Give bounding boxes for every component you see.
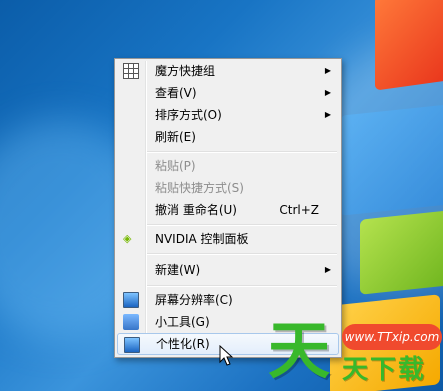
windows-logo-green-pane xyxy=(360,210,443,295)
menu-separator xyxy=(147,253,337,255)
menu-item-nvidia-control-panel[interactable]: ◈ NVIDIA 控制面板 xyxy=(117,228,339,250)
menu-item-label: 刷新(E) xyxy=(155,130,196,144)
submenu-arrow-icon: ▶ xyxy=(324,66,331,75)
menu-item-paste-shortcut: 粘贴快捷方式(S) xyxy=(117,177,339,199)
windows-logo-red-pane xyxy=(375,0,443,91)
menu-item-mofang-shortcuts[interactable]: 魔方快捷组 ▶ xyxy=(117,60,339,82)
menu-item-label: 个性化(R) xyxy=(156,337,210,351)
menu-item-view[interactable]: 查看(V) ▶ xyxy=(117,82,339,104)
submenu-arrow-icon: ▶ xyxy=(324,88,331,97)
menu-separator xyxy=(147,224,337,226)
watermark-url: www.TTxip.com xyxy=(342,324,442,350)
nvidia-icon: ◈ xyxy=(123,232,132,245)
menu-item-label: 魔方快捷组 xyxy=(155,64,216,78)
watermark-logo: 天 xyxy=(268,314,331,387)
menu-separator xyxy=(147,151,337,153)
menu-item-undo-rename[interactable]: 撤消 重命名(U) Ctrl+Z xyxy=(117,199,339,221)
menu-item-label: 粘贴(P) xyxy=(155,159,196,173)
menu-item-refresh[interactable]: 刷新(E) xyxy=(117,126,339,148)
menu-item-label: 查看(V) xyxy=(155,86,197,100)
menu-item-label: 小工具(G) xyxy=(155,315,210,329)
menu-item-label: 屏幕分辨率(C) xyxy=(155,293,233,307)
watermark-site-name: 天下载 xyxy=(342,355,427,385)
personalize-icon xyxy=(124,337,140,353)
menu-item-label: NVIDIA 控制面板 xyxy=(155,232,249,246)
desktop-context-menu: 魔方快捷组 ▶ 查看(V) ▶ 排序方式(O) ▶ 刷新(E) 粘贴(P) 粘贴… xyxy=(114,58,342,358)
monitor-icon xyxy=(123,292,139,308)
menu-item-label: 新建(W) xyxy=(155,263,201,277)
menu-separator xyxy=(147,285,337,287)
menu-item-shortcut: Ctrl+Z xyxy=(279,203,319,217)
mouse-pointer-icon xyxy=(219,345,234,366)
menu-item-sort-by[interactable]: 排序方式(O) ▶ xyxy=(117,104,339,126)
menu-item-new[interactable]: 新建(W) ▶ xyxy=(117,259,339,281)
menu-item-label: 粘贴快捷方式(S) xyxy=(155,181,244,195)
grid-icon xyxy=(123,63,139,79)
gadget-icon xyxy=(123,314,139,330)
menu-item-paste: 粘贴(P) xyxy=(117,155,339,177)
menu-item-label: 排序方式(O) xyxy=(155,108,222,122)
menu-item-label: 撤消 重命名(U) xyxy=(155,203,237,217)
menu-item-screen-resolution[interactable]: 屏幕分辨率(C) xyxy=(117,289,339,311)
windows-logo-blue-pane xyxy=(340,104,443,216)
submenu-arrow-icon: ▶ xyxy=(324,110,331,119)
submenu-arrow-icon: ▶ xyxy=(324,265,331,274)
site-watermark: 天 www.TTxip.com 天下载 xyxy=(268,318,443,391)
